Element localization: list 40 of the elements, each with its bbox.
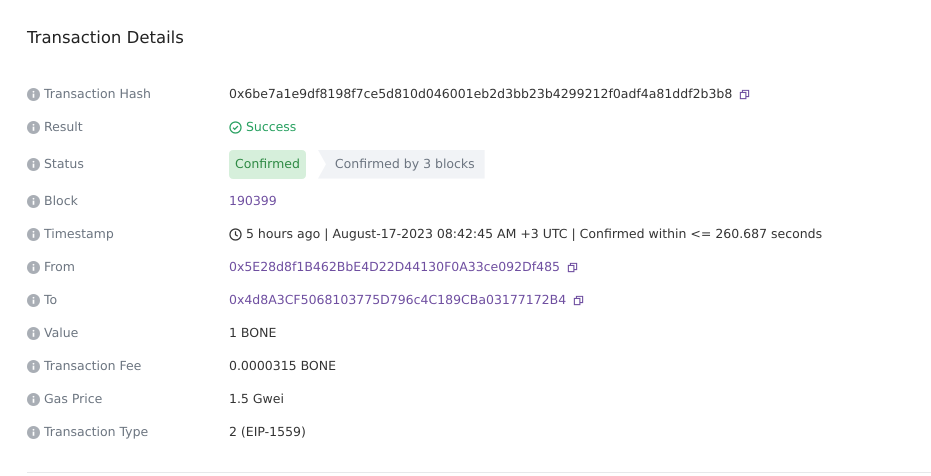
info-icon — [27, 426, 40, 439]
field-value: 1.5 Gwei — [229, 390, 284, 408]
clock-icon — [229, 228, 242, 241]
copy-icon[interactable] — [573, 294, 584, 306]
field-label: Gas Price — [44, 390, 102, 408]
field-label: Transaction Hash — [44, 84, 151, 103]
result-text: Success — [246, 118, 296, 136]
link[interactable]: 190399 — [229, 192, 277, 211]
field-label: Transaction Fee — [44, 356, 142, 375]
copy-icon[interactable] — [566, 262, 578, 273]
info-icon — [27, 360, 40, 373]
info-icon — [27, 260, 40, 274]
field-label: From — [44, 258, 75, 276]
field-label: Status — [44, 154, 84, 173]
field-value: 1 BONE — [229, 324, 276, 342]
info-icon — [27, 120, 40, 134]
field-label: Timestamp — [44, 224, 114, 243]
info-icon — [27, 228, 40, 241]
field-label: To — [44, 290, 58, 309]
info-icon — [27, 392, 40, 406]
field-label: Block — [44, 192, 78, 210]
confirmation-badge: Confirmed by 3 blocks — [318, 150, 485, 179]
field-label: Result — [44, 118, 83, 136]
info-icon — [27, 158, 40, 171]
timestamp-text: 5 hours ago | August-17-2023 08:42:45 AM +3 UTC | Confirmed within <= 260.687 seconds — [246, 224, 822, 243]
link[interactable]: 0x5E28d8f1B462BbE4D22D44130F0A33ce092Df485 — [229, 258, 560, 277]
info-icon — [27, 88, 40, 101]
page-title: Transaction Details — [27, 28, 185, 48]
info-icon — [27, 294, 40, 307]
field-value: 2 (EIP-1559) — [229, 422, 306, 441]
copy-icon[interactable] — [739, 88, 750, 100]
info-icon — [27, 326, 40, 340]
field-label: Transaction Type — [44, 422, 148, 441]
link[interactable]: 0x4d8A3CF5068103775D796c4C189CBa03177172B4 — [229, 290, 566, 310]
field-value: 0.0000315 BONE — [229, 356, 336, 375]
field-value: 0x6be7a1e9df8198f7ce5d810d046001eb2d3bb23b4299212f0adf4a81ddf2b3b8 — [229, 84, 732, 103]
status-badge: Confirmed — [229, 150, 306, 179]
info-icon — [27, 194, 40, 208]
check-circle-icon — [229, 120, 242, 134]
field-label: Value — [44, 324, 78, 342]
